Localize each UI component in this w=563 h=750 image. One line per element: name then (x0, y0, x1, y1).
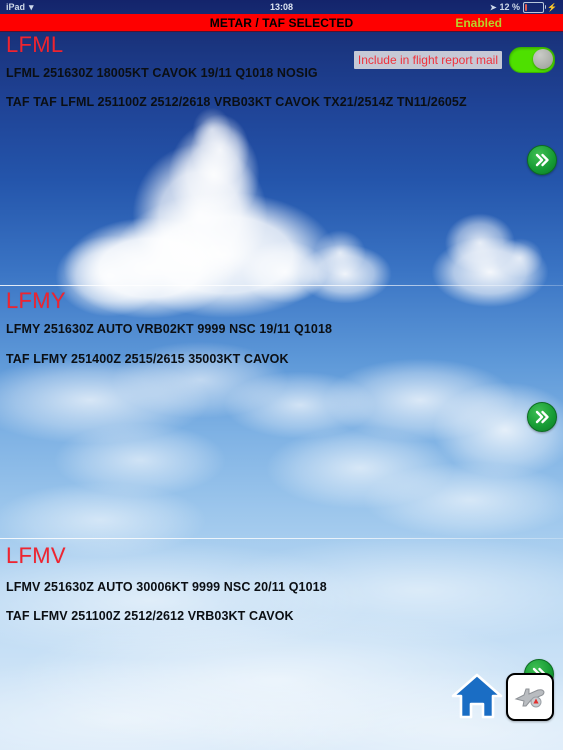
sky-background-image (0, 0, 563, 750)
include-in-flight-report-mail-toggle[interactable] (509, 47, 555, 73)
include-in-flight-report-mail-label: Include in flight report mail (353, 51, 502, 69)
taf-report-text: TAF TAF LFML 251100Z 2512/2618 VRB03KT C… (6, 95, 467, 109)
station-separator (0, 285, 563, 286)
metar-report-text: LFMY 251630Z AUTO VRB02KT 9999 NSC 19/11… (6, 322, 333, 336)
taf-report-text: TAF LFMY 251400Z 2515/2615 35003KT CAVOK (6, 352, 289, 366)
lightning-bolt-icon: ⚡ (547, 2, 557, 12)
location-arrow-icon: ➤ (489, 2, 497, 12)
double-chevron-right-icon (535, 153, 549, 167)
status-bar-clock: 13:08 (269, 2, 294, 12)
station-separator (0, 538, 563, 539)
page-title-bar: METAR / TAF SELECTED Enabled (0, 14, 563, 31)
flight-plan-button[interactable] (506, 673, 554, 721)
taf-report-text: TAF LFMV 251100Z 2512/2612 VRB03KT CAVOK (6, 609, 294, 623)
station-expand-button[interactable] (527, 402, 557, 432)
metar-report-text: LFML 251630Z 18005KT CAVOK 19/11 Q1018 N… (6, 66, 318, 80)
status-badge: Enabled (455, 15, 502, 30)
status-bar-right: ➤ 12 % ⚡ (489, 1, 557, 13)
battery-icon (523, 1, 547, 13)
station-code: LFMV (6, 543, 66, 568)
home-icon (451, 673, 503, 719)
metar-report-text: LFMV 251630Z AUTO 30006KT 9999 NSC 20/11… (6, 580, 327, 594)
battery-percent-label: 12 % (499, 2, 521, 12)
double-chevron-right-icon (535, 410, 549, 424)
station-code: LFMY (6, 288, 66, 313)
station-code: LFML (6, 32, 64, 57)
airplane-icon (514, 688, 545, 708)
include-in-flight-report-mail-row[interactable]: Include in flight report mail (353, 47, 555, 73)
home-button[interactable] (450, 671, 504, 721)
ios-status-bar: iPad ▾ 13:08 ➤ 12 % ⚡ (0, 0, 563, 14)
station-expand-button[interactable] (527, 145, 557, 175)
toggle-knob (533, 49, 553, 69)
app-screen: iPad ▾ 13:08 ➤ 12 % ⚡ METAR / TAF SELECT… (0, 0, 563, 750)
